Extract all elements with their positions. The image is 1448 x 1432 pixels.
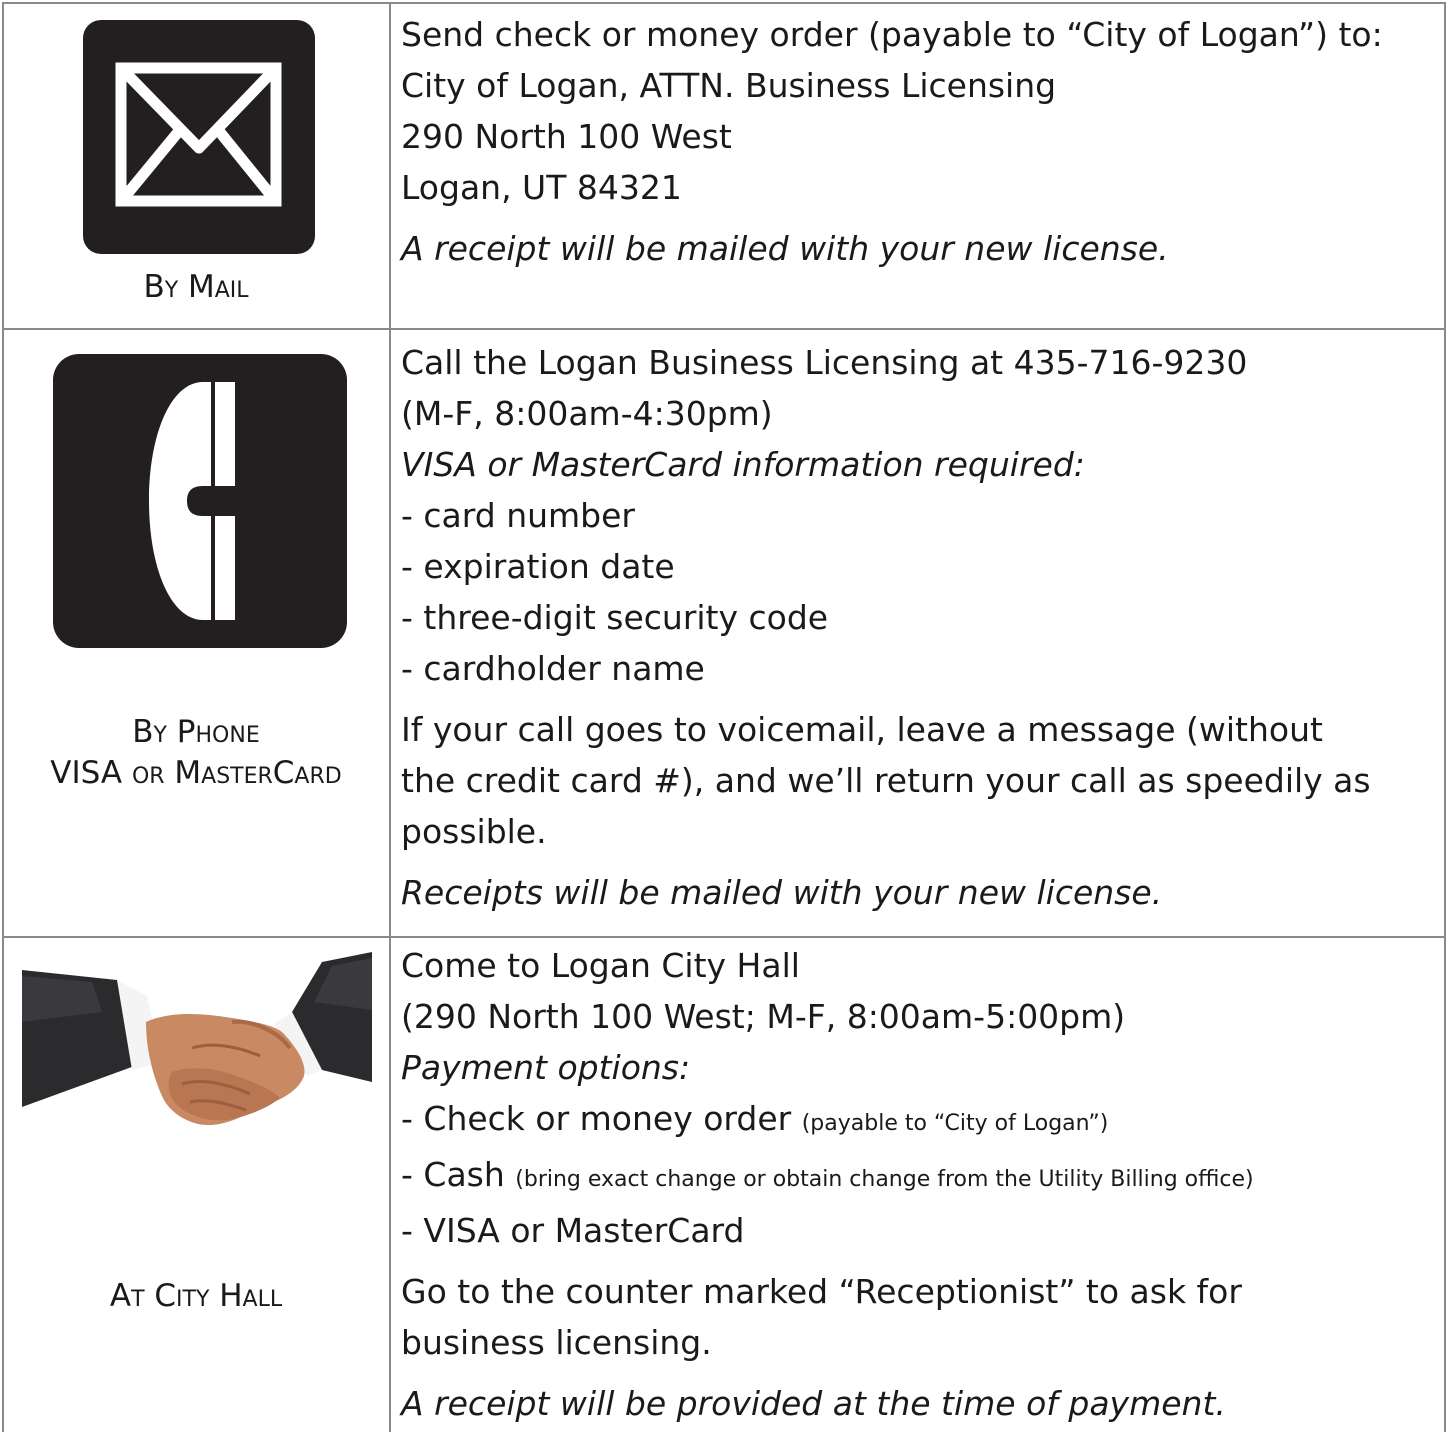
mail-address-line: Logan, UT 84321 — [401, 168, 682, 207]
counter-instruction: business licensing. — [401, 1323, 712, 1362]
payment-option-detail: (payable to “City of Logan”) — [801, 1111, 1109, 1136]
mail-method-details: Send check or money order (payable to “C… — [401, 9, 1441, 274]
card-requirement-item: - cardholder name — [401, 649, 705, 688]
mail-address-line: City of Logan, ATTN. Business Licensing — [401, 66, 1057, 105]
city-hall-method-label: At City Hall — [109, 1278, 283, 1314]
payment-option-item: - Cash (bring exact change or obtain cha… — [401, 1149, 1441, 1205]
payment-option-item: - VISA or MasterCard — [401, 1205, 1441, 1256]
city-hall-visit-line: Come to Logan City Hall — [401, 946, 800, 985]
card-requirement-item: - three-digit security code — [401, 598, 829, 637]
phone-method-label: By Phone — [132, 714, 260, 750]
mail-envelope-icon — [83, 20, 315, 258]
voicemail-text: If your call goes to voicemail, leave a … — [401, 710, 1323, 749]
mail-address-line: 290 North 100 West — [401, 117, 732, 156]
phone-hours-line: (M-F, 8:00am-4:30pm) — [401, 394, 773, 433]
handshake-photo — [22, 952, 372, 1156]
mail-method-cell: By Mail — [4, 4, 388, 328]
payment-option-detail: (bring exact change or obtain change fro… — [515, 1167, 1254, 1192]
mail-method-label: By Mail — [143, 269, 249, 305]
city-hall-hours-line: (290 North 100 West; M-F, 8:00am-5:00pm) — [401, 997, 1126, 1036]
city-hall-receipt-note: A receipt will be provided at the time o… — [401, 1384, 1226, 1423]
card-requirement-item: - card number — [401, 496, 635, 535]
card-requirements-heading: VISA or MasterCard information required: — [401, 445, 1085, 484]
counter-instruction: Go to the counter marked “Receptionist” … — [401, 1272, 1242, 1311]
phone-method-details: Call the Logan Business Licensing at 435… — [401, 337, 1441, 918]
phone-method-cell: By Phone VISA or MasterCard — [4, 330, 388, 936]
card-requirement-item: - expiration date — [401, 547, 675, 586]
payment-option-item: - Check or money order (payable to “City… — [401, 1093, 1441, 1149]
payment-option-main: - Check or money order — [401, 1099, 792, 1138]
voicemail-text: the credit card #), and we’ll return you… — [401, 761, 1371, 800]
payment-option-main: - VISA or MasterCard — [401, 1211, 745, 1250]
mail-instruction-line: Send check or money order (payable to “C… — [401, 15, 1383, 54]
voicemail-text: possible. — [401, 812, 547, 851]
telephone-handset-icon — [53, 354, 347, 652]
phone-card-label: VISA or MasterCard — [50, 755, 342, 791]
city-hall-method-details: Come to Logan City Hall (290 North 100 W… — [401, 940, 1441, 1429]
mail-receipt-note: A receipt will be mailed with your new l… — [401, 229, 1169, 268]
phone-call-line: Call the Logan Business Licensing at 435… — [401, 343, 1248, 382]
column-divider — [389, 2, 391, 1432]
phone-receipt-note: Receipts will be mailed with your new li… — [401, 873, 1163, 912]
city-hall-method-cell: At City Hall — [4, 938, 388, 1432]
payment-option-main: - Cash — [401, 1155, 505, 1194]
payment-options-heading: Payment options: — [401, 1048, 691, 1087]
